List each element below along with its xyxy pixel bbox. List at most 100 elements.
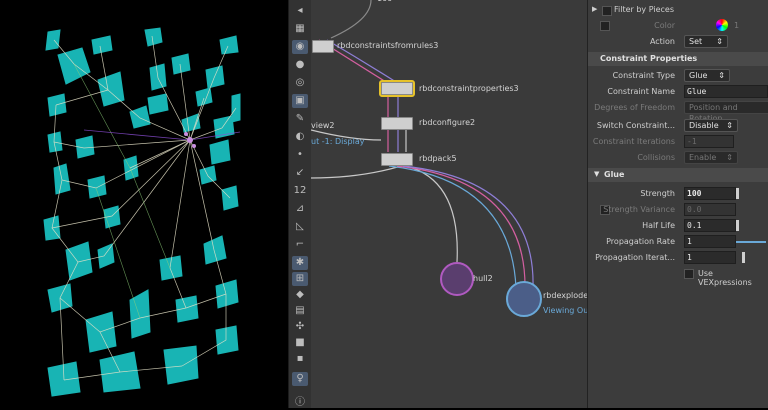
node-rbdconstraintsfromrules3[interactable] (312, 40, 334, 53)
constraint-type-label: Constraint Type (612, 71, 675, 80)
color-row: Color 1 (588, 18, 768, 34)
piece (144, 27, 163, 47)
lock-icon[interactable]: ▪ (292, 352, 308, 366)
pin-icon[interactable]: ♀ (292, 372, 308, 386)
strength-variance-label: Strength Variance (603, 205, 675, 214)
camera-icon[interactable]: ▣ (292, 94, 308, 108)
prop-rate-slider[interactable] (736, 241, 766, 243)
piece (205, 65, 225, 89)
expand-icon[interactable]: ▶ (592, 5, 597, 13)
network-wires (311, 0, 534, 289)
piece (203, 235, 227, 265)
dof-label: Degrees of Freedom (594, 103, 675, 112)
action-label: Action (649, 37, 675, 46)
top-partial-label: 100 (377, 0, 392, 3)
measure-icon[interactable]: ⊿ (292, 202, 308, 216)
half-life-slider[interactable] (736, 220, 739, 231)
shelf-toolbar: ◂ ▦ ◉ ● ◎ ▣ ✎ ◐ • ↙ 12 ⊿ ◺ ⌐ ✱ ⊞ ◆ ▤ ✣ ■… (288, 0, 312, 408)
node-rbdpack5[interactable] (381, 153, 413, 166)
snap-prim-icon[interactable]: ▤ (292, 304, 308, 318)
filter-by-pieces-checkbox[interactable] (602, 6, 612, 16)
dof-dropdown[interactable]: Position and Rotation (684, 101, 768, 123)
piece (175, 295, 199, 323)
prop-iter-label: Propagation Iterat... (595, 253, 675, 262)
prop-iter-slider[interactable] (742, 252, 745, 263)
prop-iter-row: Propagation Iterat... 1 (588, 250, 768, 266)
constraint-type-row: Constraint Type Glue ⇕ (588, 68, 768, 84)
half-life-label: Half Life (642, 221, 675, 230)
constraint-name-row: Constraint Name Glue (588, 84, 768, 100)
vex-checkbox[interactable] (684, 269, 694, 279)
vex-label: Use VEXpressions (698, 269, 752, 287)
corner-icon[interactable]: ⌐ (292, 238, 308, 252)
node-label: rbdconstraintproperties3 (419, 84, 519, 93)
eye-icon[interactable]: ◐ (292, 130, 308, 144)
node-label: rbdconstraintsfromrules3 (337, 41, 439, 50)
left-partial-label: view2 (311, 121, 335, 130)
piece (45, 29, 61, 51)
piece (215, 279, 239, 309)
light-icon[interactable]: ● (292, 58, 308, 72)
piece (209, 139, 231, 165)
strength-row: Strength 100 (588, 186, 768, 202)
color-value: 1 (734, 21, 740, 30)
switch-row: Switch Constraint... Disable ⇕ (588, 118, 768, 134)
snap-point-icon[interactable]: ◆ (292, 288, 308, 302)
piece (219, 35, 239, 55)
filter-by-pieces-row: ▶ Filter by Pieces (588, 2, 768, 18)
constraint-properties-header[interactable]: Constraint Properties (588, 52, 768, 66)
dot-icon[interactable]: • (292, 148, 308, 162)
dof-row: Degrees of Freedom Position and Rotation (588, 100, 768, 123)
prop-rate-label: Propagation Rate (606, 237, 675, 246)
prop-iter-field[interactable]: 1 (684, 251, 736, 264)
iterations-field[interactable]: -1 (684, 135, 734, 148)
node-label: hull2 (473, 274, 493, 283)
grid-icon[interactable]: ▦ (292, 22, 308, 36)
fracture-scene (43, 27, 241, 397)
color-wheel-icon[interactable] (716, 19, 728, 31)
snap-grid-icon[interactable]: ⊞ (292, 272, 308, 286)
bulb-icon[interactable]: ◎ (292, 76, 308, 90)
glue-section-header[interactable]: ▼ Glue (588, 168, 768, 182)
ruler-icon[interactable]: ◺ (292, 220, 308, 234)
color-label: Color (654, 21, 675, 30)
num-icon[interactable]: 12 (292, 184, 308, 198)
node-rbdconstraintproperties3[interactable] (379, 80, 415, 97)
stop-icon[interactable]: ■ (292, 336, 308, 350)
strength-slider[interactable] (736, 188, 739, 199)
wrench-icon[interactable]: ✣ (292, 320, 308, 334)
prop-rate-field[interactable]: 1 (684, 235, 736, 248)
brush-icon[interactable]: ✎ (292, 112, 308, 126)
piece (129, 105, 151, 129)
strength-variance-field[interactable]: 0.0 (684, 203, 736, 216)
action-row: Action Set ⇕ (588, 34, 768, 50)
action-dropdown[interactable]: Set ⇕ (684, 35, 728, 48)
piece (147, 93, 169, 115)
half-life-field[interactable]: 0.1 (684, 219, 736, 232)
color-checkbox[interactable] (600, 21, 610, 31)
piece (215, 325, 239, 355)
view-icon[interactable]: ◉ (292, 40, 308, 54)
node-rbdexplodedview[interactable] (506, 281, 542, 317)
constraint-name-label: Constraint Name (607, 87, 675, 96)
back-icon[interactable]: ◂ (292, 4, 308, 18)
switch-label: Switch Constraint... (596, 121, 675, 130)
node-rbdconfigure2[interactable] (381, 117, 413, 130)
network-editor[interactable]: 100 rbdconstraintsfromrules3 rbdconstrai… (311, 0, 587, 408)
constraint-type-dropdown[interactable]: Glue ⇕ (684, 69, 730, 82)
snap-icon[interactable]: ✱ (292, 256, 308, 270)
piece (57, 47, 91, 85)
parameter-panel: ▶ Filter by Pieces Color 1 Action Set ⇕ … (587, 0, 768, 408)
node-hull2[interactable] (440, 262, 474, 296)
collisions-dropdown[interactable]: Enable ⇕ (684, 151, 738, 164)
iterations-row: Constraint Iterations -1 (588, 134, 768, 150)
viewing-output-label: Viewing Output -1: Display (543, 306, 587, 315)
pick-icon[interactable]: ↙ (292, 166, 308, 180)
constraint-name-field[interactable]: Glue (684, 85, 768, 98)
strength-label: Strength (640, 189, 675, 198)
iterations-label: Constraint Iterations (592, 137, 675, 146)
filter-by-pieces-label: Filter by Pieces (614, 5, 674, 14)
strength-field[interactable]: 100 (684, 187, 736, 200)
viewport[interactable] (0, 0, 288, 408)
switch-dropdown[interactable]: Disable ⇕ (684, 119, 738, 132)
